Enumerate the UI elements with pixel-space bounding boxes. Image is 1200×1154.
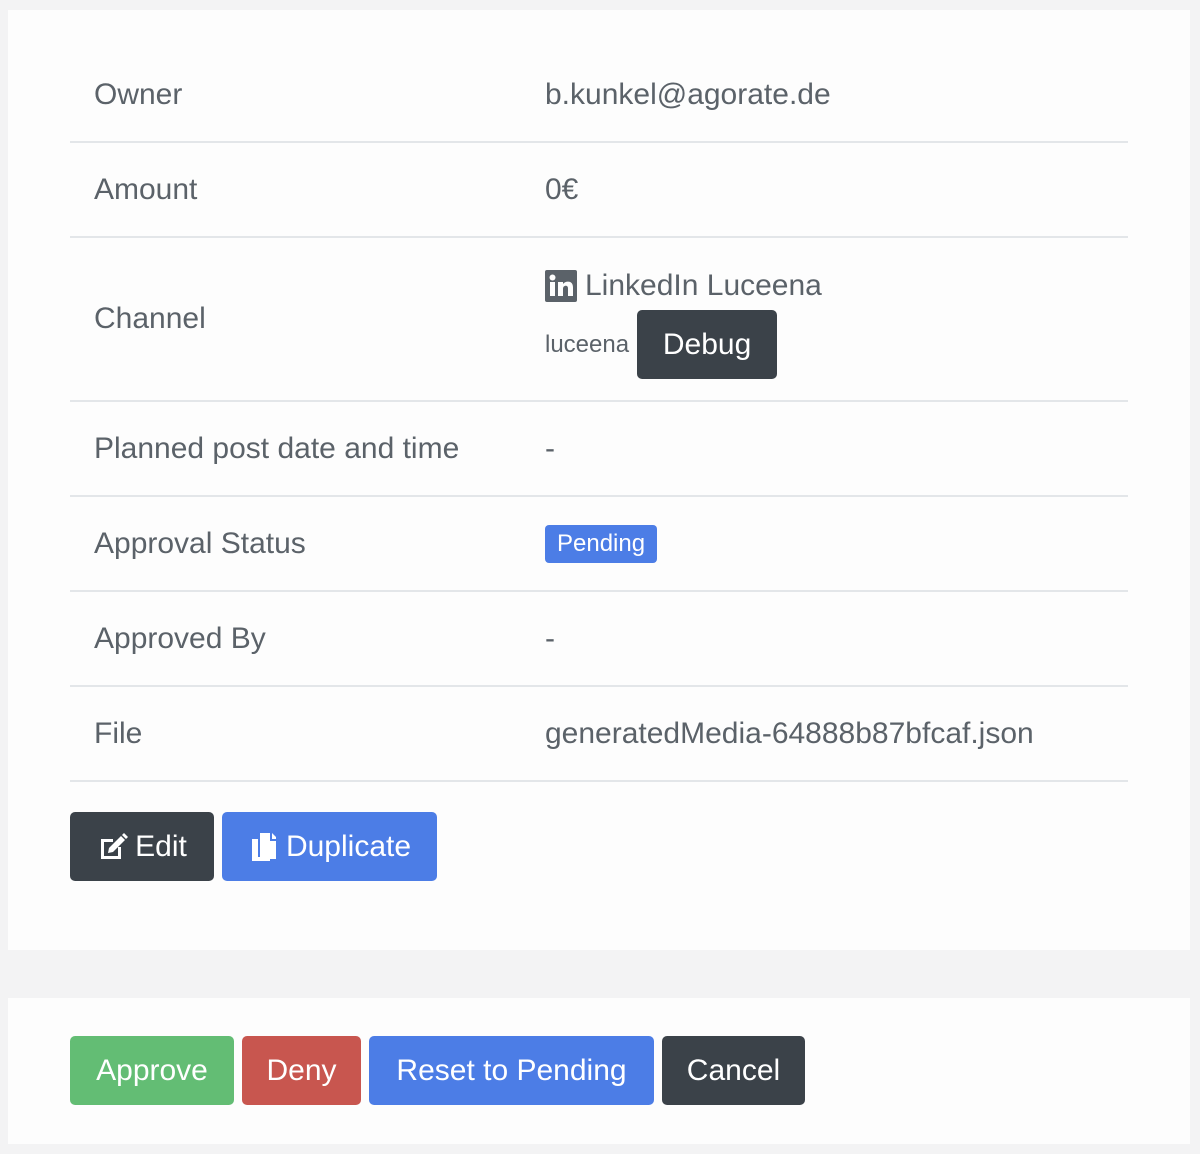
planned-post-label: Planned post date and time: [94, 431, 460, 465]
approved-by-value: -: [545, 621, 555, 655]
cancel-button[interactable]: Cancel: [662, 1036, 805, 1105]
file-label: File: [94, 716, 143, 750]
file-actions: Edit Duplicate: [70, 812, 437, 881]
copy-icon: [248, 831, 280, 863]
status-badge: Pending: [545, 524, 658, 563]
row-owner: Owner b.kunkel@agorate.de: [70, 48, 1128, 143]
approval-actions: Approve Deny Reset to Pending Cancel: [70, 1036, 813, 1105]
approval-status-value: Pending: [545, 524, 658, 563]
row-amount: Amount 0€: [70, 143, 1128, 238]
approval-card: Approve Deny Reset to Pending Cancel: [8, 998, 1190, 1144]
owner-label: Owner: [94, 77, 183, 111]
row-approved-by: Approved By -: [70, 592, 1128, 687]
row-channel: Channel LinkedIn Luceena luceena Debug: [70, 238, 1128, 402]
channel-label: Channel: [94, 302, 206, 335]
owner-value: b.kunkel@agorate.de: [545, 77, 831, 111]
linkedin-icon: [545, 270, 577, 302]
details-table: Owner b.kunkel@agorate.de Amount 0€ Chan…: [70, 48, 1128, 782]
channel-name: LinkedIn Luceena: [585, 269, 822, 302]
approve-button[interactable]: Approve: [70, 1036, 234, 1105]
amount-value: 0€: [545, 172, 579, 206]
approved-by-label: Approved By: [94, 621, 266, 655]
edit-button[interactable]: Edit: [70, 812, 214, 881]
channel-handle: luceena: [545, 330, 630, 358]
edit-icon: [97, 831, 129, 863]
edit-label: Edit: [135, 829, 187, 863]
details-card: Owner b.kunkel@agorate.de Amount 0€ Chan…: [8, 10, 1190, 950]
channel-handle-line: luceena Debug: [545, 310, 822, 379]
approval-status-label: Approval Status: [94, 526, 306, 560]
duplicate-button[interactable]: Duplicate: [222, 812, 437, 881]
channel-name-line: LinkedIn Luceena: [545, 266, 822, 306]
row-file: File generatedMedia-64888b87bfcaf.json: [70, 687, 1128, 782]
duplicate-label: Duplicate: [285, 829, 412, 863]
deny-button[interactable]: Deny: [242, 1036, 361, 1105]
reset-to-pending-button[interactable]: Reset to Pending: [369, 1036, 654, 1105]
row-approval-status: Approval Status Pending: [70, 497, 1128, 592]
amount-label: Amount: [94, 172, 198, 206]
debug-button[interactable]: Debug: [637, 310, 778, 379]
channel-value: LinkedIn Luceena luceena Debug: [545, 266, 822, 379]
planned-post-value: -: [545, 431, 555, 465]
file-value: generatedMedia-64888b87bfcaf.json: [545, 716, 1034, 750]
row-planned-post: Planned post date and time -: [70, 402, 1128, 497]
